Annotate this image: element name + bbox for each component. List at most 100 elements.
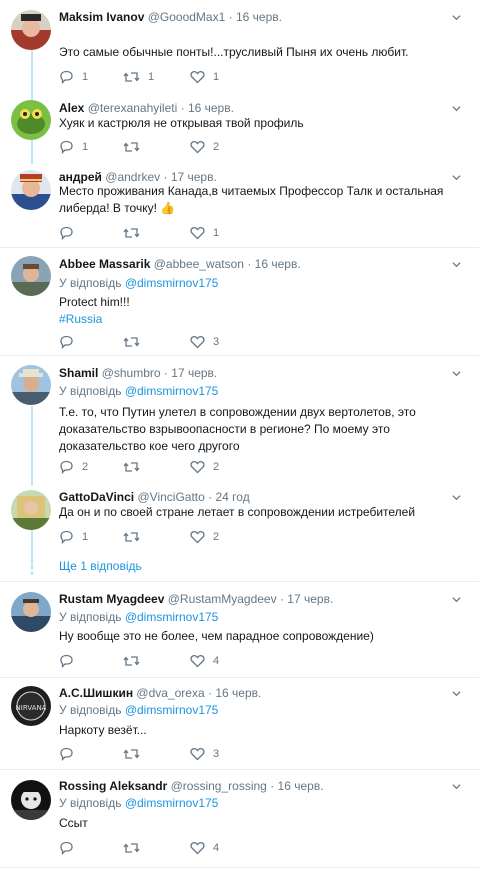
retweet-button[interactable]: [123, 139, 148, 155]
tweet-actions: 3: [59, 334, 379, 350]
tweet[interactable]: Rustam Myagdeev @RustamMyagdeev · 17 чер…: [0, 582, 479, 677]
tweet[interactable]: андрей @andrkev · 17 черв. Место прожива…: [0, 166, 479, 247]
tweet-actions: 1 1 1: [59, 69, 379, 85]
tweet-actions: 1 2: [59, 529, 379, 545]
like-button[interactable]: 3: [190, 746, 219, 762]
tweet-body: Наркоту везёт...: [59, 723, 147, 737]
avatar[interactable]: [11, 170, 51, 210]
retweet-button[interactable]: [123, 840, 148, 856]
hashtag-link[interactable]: #Russia: [59, 311, 465, 328]
avatar[interactable]: [11, 10, 51, 50]
display-name[interactable]: Rossing Aleksandr: [59, 779, 167, 793]
chevron-down-icon[interactable]: [452, 260, 461, 269]
display-name[interactable]: андрей: [59, 170, 102, 184]
avatar[interactable]: [11, 592, 51, 632]
avatar[interactable]: NIRVANA: [11, 686, 51, 726]
tweet-date[interactable]: 16 черв.: [215, 686, 261, 700]
tweet-date[interactable]: 17 черв.: [171, 366, 217, 380]
user-handle[interactable]: @VinciGatto: [137, 490, 204, 504]
show-more-replies-link[interactable]: Ще 1 відповідь: [59, 559, 142, 573]
display-name[interactable]: А.С.Шишкин: [59, 686, 133, 700]
reply-to-link[interactable]: @dimsmirnov175: [125, 276, 219, 290]
tweet[interactable]: Rossing Aleksandr @rossing_rossing · 16 …: [0, 770, 479, 867]
like-button[interactable]: 1: [190, 69, 219, 85]
user-handle[interactable]: @RustamMyagdeev: [168, 592, 277, 606]
reply-button[interactable]: 1: [59, 69, 88, 85]
tweet[interactable]: Shamil @shumbro · 17 черв. У відповідь @…: [0, 356, 479, 486]
tweet-date[interactable]: 16 черв.: [278, 779, 324, 793]
retweet-button[interactable]: [123, 529, 148, 545]
display-name[interactable]: Alex: [59, 101, 84, 115]
chevron-down-icon[interactable]: [452, 595, 461, 604]
reply-button[interactable]: [59, 840, 82, 856]
user-handle[interactable]: @rossing_rossing: [171, 779, 267, 793]
display-name[interactable]: Maksim Ivanov: [59, 10, 144, 24]
reply-button[interactable]: [59, 746, 82, 762]
retweet-button[interactable]: [123, 459, 148, 475]
tweet[interactable]: Maksim Ivanov @GooodMax1 · 16 черв. Это …: [0, 0, 479, 100]
chevron-down-icon[interactable]: [452, 13, 461, 22]
tweet-date[interactable]: 16 черв.: [236, 10, 282, 24]
retweet-button[interactable]: [123, 746, 148, 762]
reply-button[interactable]: [59, 653, 82, 669]
reply-to-link[interactable]: @dimsmirnov175: [125, 610, 219, 624]
tweet-body: Т.е. то, что Путин улетел в сопровождени…: [59, 405, 416, 453]
like-button[interactable]: 1: [190, 225, 219, 241]
avatar[interactable]: [11, 256, 51, 296]
retweet-button[interactable]: [123, 334, 148, 350]
reply-prefix: У відповідь: [59, 703, 122, 717]
avatar[interactable]: [11, 780, 51, 820]
tweet[interactable]: Abbee Massarik @abbee_watson · 16 черв. …: [0, 248, 479, 355]
tweet-date[interactable]: 17 черв.: [171, 170, 217, 184]
display-name[interactable]: Shamil: [59, 366, 98, 380]
like-count: 2: [213, 531, 220, 543]
retweet-button[interactable]: [123, 225, 148, 241]
reply-count: 1: [82, 141, 89, 153]
user-handle[interactable]: @dva_orexa: [136, 686, 204, 700]
tweet-date[interactable]: 17 черв.: [287, 592, 333, 606]
user-handle[interactable]: @terexanahyileti: [88, 101, 178, 115]
tweet-actions: 1: [59, 225, 379, 241]
like-button[interactable]: 2: [190, 459, 219, 475]
display-name[interactable]: Abbee Massarik: [59, 257, 150, 271]
user-handle[interactable]: @andrkev: [105, 170, 160, 184]
separator-dot: ·: [163, 170, 168, 184]
reply-button[interactable]: [59, 334, 82, 350]
chevron-down-icon[interactable]: [452, 104, 461, 113]
tweet[interactable]: Alex @terexanahyileti · 16 черв. Хуяк и …: [0, 100, 479, 166]
chevron-down-icon[interactable]: [452, 369, 461, 378]
reply-button[interactable]: 1: [59, 529, 88, 545]
chevron-down-icon[interactable]: [452, 689, 461, 698]
tweet-date[interactable]: 24 год: [216, 490, 250, 504]
like-button[interactable]: 2: [190, 529, 219, 545]
tweet[interactable]: NIRVANA А.С.Шишкин @dva_orexa · 16 черв.…: [0, 678, 479, 769]
retweet-button[interactable]: 1: [123, 69, 154, 85]
tweet-actions: 2 2: [59, 459, 379, 475]
display-name[interactable]: Rustam Myagdeev: [59, 592, 164, 606]
user-handle[interactable]: @abbee_watson: [154, 257, 244, 271]
chevron-down-icon[interactable]: [452, 782, 461, 791]
like-button[interactable]: 3: [190, 334, 219, 350]
reply-to-link[interactable]: @dimsmirnov175: [125, 703, 219, 717]
chevron-down-icon[interactable]: [452, 173, 461, 182]
retweet-button[interactable]: [123, 653, 148, 669]
tweet[interactable]: GattoDaVinci @VinciGatto · 24 год Да он …: [0, 486, 479, 581]
reply-to-link[interactable]: @dimsmirnov175: [125, 384, 219, 398]
avatar[interactable]: [11, 100, 51, 140]
user-handle[interactable]: @GooodMax1: [148, 10, 226, 24]
tweet-date[interactable]: 16 черв.: [255, 257, 301, 271]
avatar[interactable]: [11, 490, 51, 530]
display-name[interactable]: GattoDaVinci: [59, 490, 134, 504]
reply-button[interactable]: 1: [59, 139, 88, 155]
user-handle[interactable]: @shumbro: [102, 366, 161, 380]
reply-to-link[interactable]: @dimsmirnov175: [125, 796, 219, 810]
like-button[interactable]: 4: [190, 653, 219, 669]
like-button[interactable]: 2: [190, 139, 219, 155]
reply-button[interactable]: 2: [59, 459, 88, 475]
like-button[interactable]: 4: [190, 840, 219, 856]
reply-button[interactable]: [59, 225, 82, 241]
retweet-icon: [123, 656, 140, 666]
avatar[interactable]: [11, 365, 51, 405]
chevron-down-icon[interactable]: [452, 493, 461, 502]
tweet-date[interactable]: 16 черв.: [188, 101, 234, 115]
